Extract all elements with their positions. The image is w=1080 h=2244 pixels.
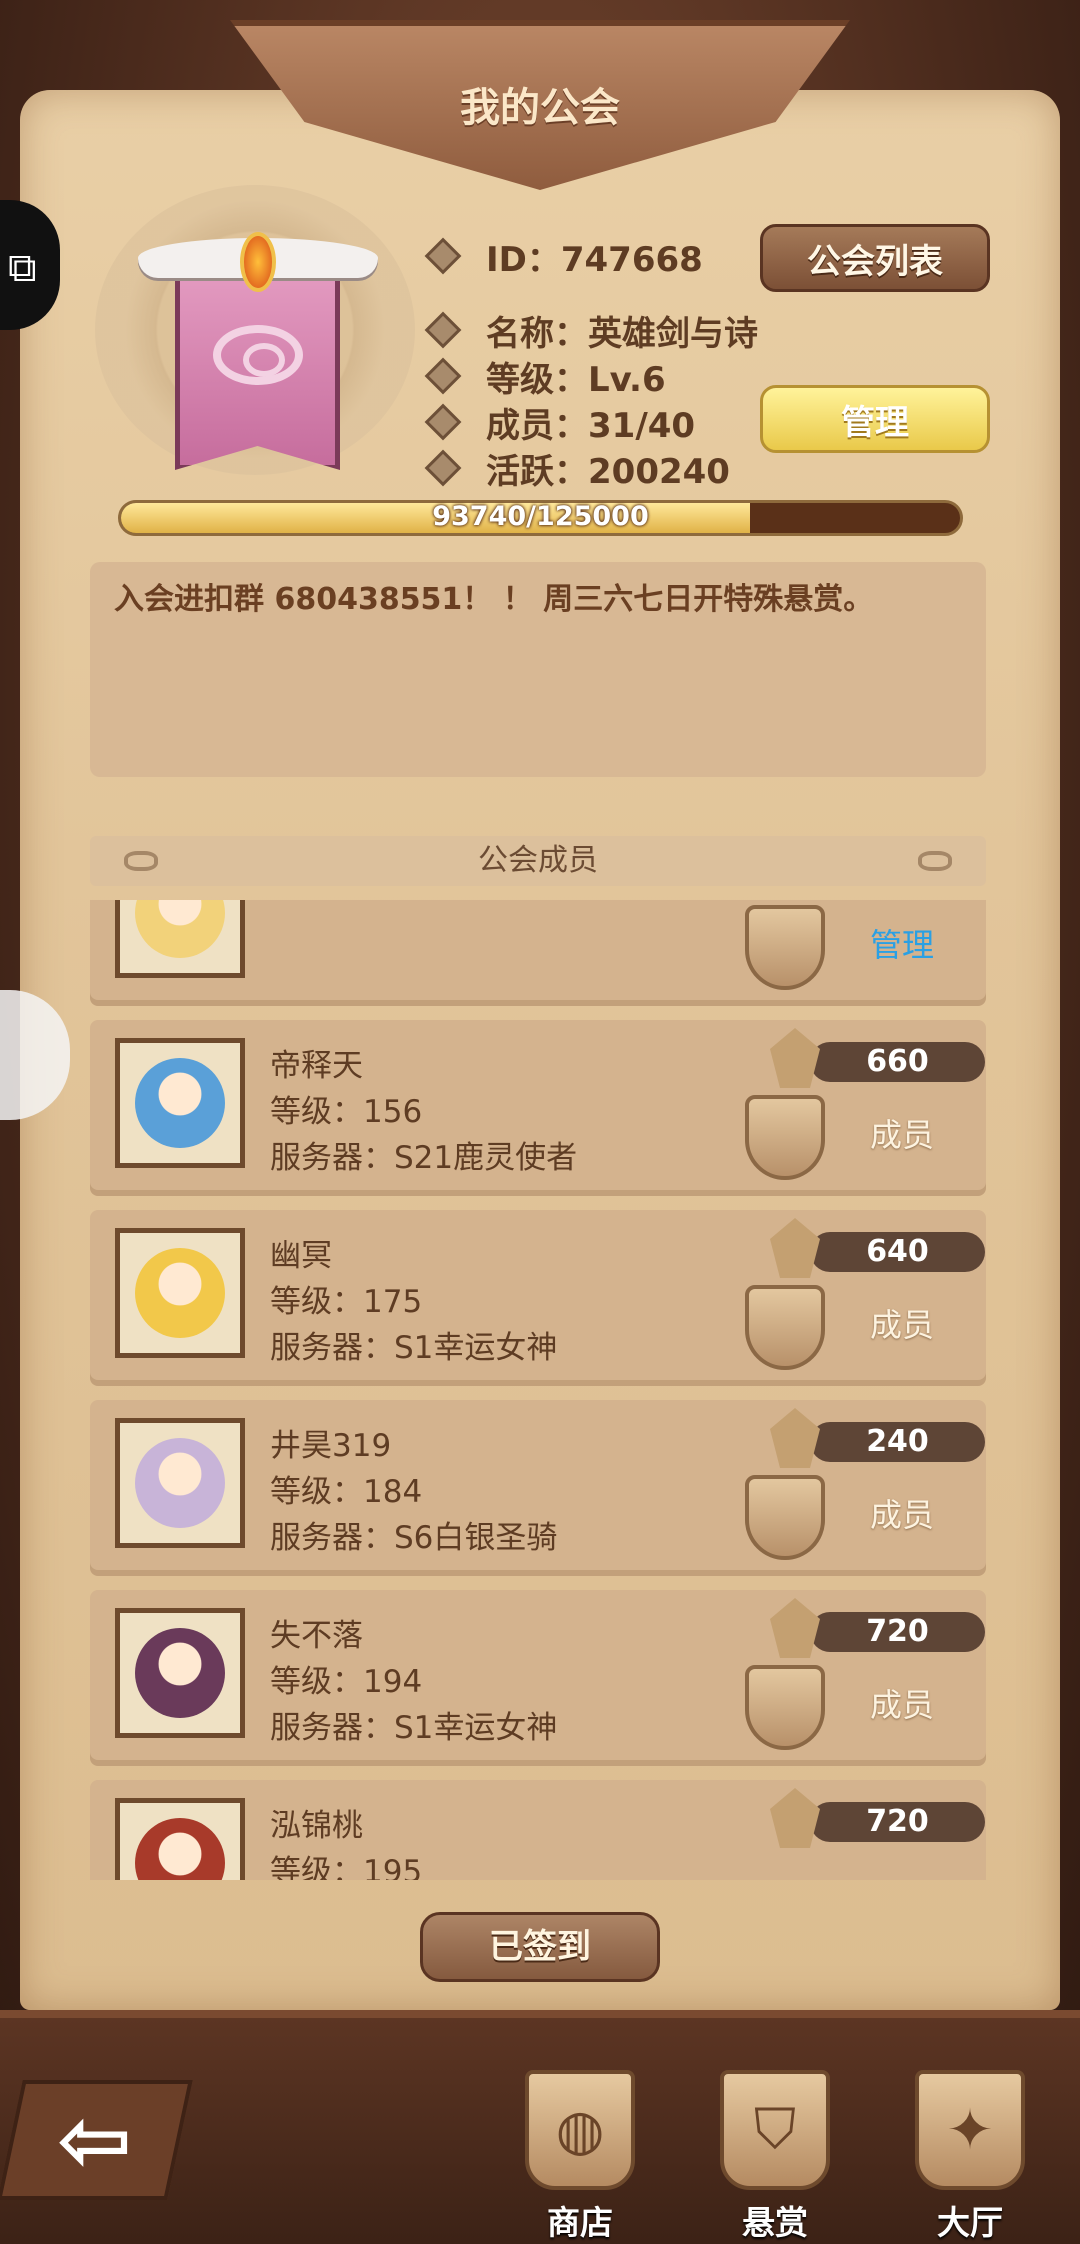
member-score: 720 xyxy=(810,1612,985,1652)
avatar[interactable] xyxy=(115,1228,245,1358)
page-title: 我的公会 xyxy=(460,85,620,131)
member-level: 等级：156 xyxy=(270,1094,423,1130)
member-role: 成员 xyxy=(870,1306,935,1344)
members-title: 公会成员 xyxy=(478,843,598,878)
manage-button[interactable]: 管理 xyxy=(760,385,990,453)
member-role: 成员 xyxy=(870,1116,935,1154)
member-score: 640 xyxy=(810,1232,985,1272)
nav-label: 大厅 xyxy=(937,2203,1003,2242)
member-level: 等级：184 xyxy=(270,1474,423,1510)
nav-hall[interactable]: ✦ 大厅 xyxy=(895,2070,1045,2242)
back-arrow-icon: ⇦ xyxy=(57,2087,133,2193)
activity-icon xyxy=(770,1788,820,1848)
member-score: 720 xyxy=(810,1802,985,1842)
guild-members-row: 成员：31/40 xyxy=(424,400,696,446)
guild-notice[interactable]: 入会进扣群 680438551！ ！ 周三六七日开特殊悬赏。 xyxy=(90,562,986,777)
guild-list-button[interactable]: 公会列表 xyxy=(760,224,990,292)
activity-icon xyxy=(770,1598,820,1658)
member-server: 服务器：S1幸运女神 xyxy=(270,1330,558,1366)
diamond-icon xyxy=(424,403,462,441)
diamond-icon xyxy=(424,311,462,349)
member-row[interactable]: 泓锦桃 等级：195 720 xyxy=(90,1780,986,1880)
shield-icon xyxy=(745,1665,825,1750)
shield-icon xyxy=(745,1475,825,1560)
member-face xyxy=(135,1818,225,1880)
avatar[interactable] xyxy=(115,1608,245,1738)
member-role: 成员 xyxy=(870,1496,935,1534)
guild-id: ID：747668 xyxy=(486,239,703,280)
member-level: 等级：194 xyxy=(270,1664,423,1700)
member-list[interactable]: 管理 帝释天 等级：156 服务器：S21鹿灵使者 660 成员 幽冥 等级：1… xyxy=(90,900,986,1880)
member-name: 帝释天 xyxy=(270,1048,363,1084)
member-score: 240 xyxy=(810,1422,985,1462)
member-level: 等级：195 xyxy=(270,1854,423,1880)
shop-icon: ◍ xyxy=(525,2070,635,2190)
member-row[interactable]: 帝释天 等级：156 服务器：S21鹿灵使者 660 成员 xyxy=(90,1020,986,1190)
ornament-icon xyxy=(918,851,952,871)
guild-level-row: 等级：Lv.6 xyxy=(424,354,666,400)
guild-activity-row: 活跃：200240 xyxy=(424,446,730,492)
avatar[interactable] xyxy=(115,900,245,978)
member-server: 服务器：S6白银圣骑 xyxy=(270,1520,558,1556)
guild-exp-text: 93740/125000 xyxy=(432,501,649,532)
member-role[interactable]: 管理 xyxy=(870,920,934,966)
nav-bounty[interactable]: ⛉ 悬赏 xyxy=(700,2070,850,2242)
checkin-button[interactable]: 已签到 xyxy=(420,1912,660,1982)
member-face xyxy=(135,1628,225,1718)
member-face xyxy=(135,900,225,958)
avatar[interactable] xyxy=(115,1798,245,1880)
guild-activity: 活跃：200240 xyxy=(486,451,730,492)
member-server: 服务器：S1幸运女神 xyxy=(270,1710,558,1746)
member-score: 660 xyxy=(810,1042,985,1082)
activity-icon xyxy=(770,1218,820,1278)
avatar[interactable] xyxy=(115,1038,245,1168)
member-role: 成员 xyxy=(870,1686,935,1724)
avatar[interactable] xyxy=(115,1418,245,1548)
nav-label: 悬赏 xyxy=(742,2203,808,2242)
diamond-icon xyxy=(424,449,462,487)
nav-shop[interactable]: ◍ 商店 xyxy=(505,2070,655,2242)
member-row[interactable]: 井昊319 等级：184 服务器：S6白银圣骑 240 成员 xyxy=(90,1400,986,1570)
member-server: 服务器：S21鹿灵使者 xyxy=(270,1140,578,1176)
hall-icon: ✦ xyxy=(915,2070,1025,2190)
gem-icon xyxy=(240,232,276,292)
member-face xyxy=(135,1248,225,1338)
puzzle-icon: ⧉ xyxy=(8,245,37,291)
member-face xyxy=(135,1058,225,1148)
emblem-logo-icon xyxy=(213,325,303,385)
guild-name-row: 名称：英雄剑与诗 xyxy=(424,308,758,354)
member-face xyxy=(135,1438,225,1528)
activity-icon xyxy=(770,1408,820,1468)
member-name: 幽冥 xyxy=(270,1238,332,1274)
diamond-icon xyxy=(424,237,462,275)
shield-icon xyxy=(745,1285,825,1370)
nav-label: 商店 xyxy=(547,2203,613,2242)
guild-id-row: ID：747668 xyxy=(424,234,703,280)
members-header: 公会成员 xyxy=(90,836,986,886)
ornament-icon xyxy=(124,851,158,871)
member-row[interactable]: 管理 xyxy=(90,900,986,1000)
member-name: 失不落 xyxy=(270,1618,363,1654)
shield-icon xyxy=(745,905,825,990)
member-row[interactable]: 幽冥 等级：175 服务器：S1幸运女神 640 成员 xyxy=(90,1210,986,1380)
back-button[interactable]: ⇦ xyxy=(0,2080,193,2200)
shield-icon xyxy=(745,1095,825,1180)
member-name: 井昊319 xyxy=(270,1428,392,1464)
guild-name: 名称：英雄剑与诗 xyxy=(486,313,758,354)
member-level: 等级：175 xyxy=(270,1284,423,1320)
bounty-icon: ⛉ xyxy=(720,2070,830,2190)
diamond-icon xyxy=(424,357,462,395)
guild-level: 等级：Lv.6 xyxy=(486,359,666,400)
member-name: 泓锦桃 xyxy=(270,1808,363,1844)
activity-icon xyxy=(770,1028,820,1088)
member-row[interactable]: 失不落 等级：194 服务器：S1幸运女神 720 成员 xyxy=(90,1590,986,1760)
guild-members: 成员：31/40 xyxy=(486,405,696,446)
